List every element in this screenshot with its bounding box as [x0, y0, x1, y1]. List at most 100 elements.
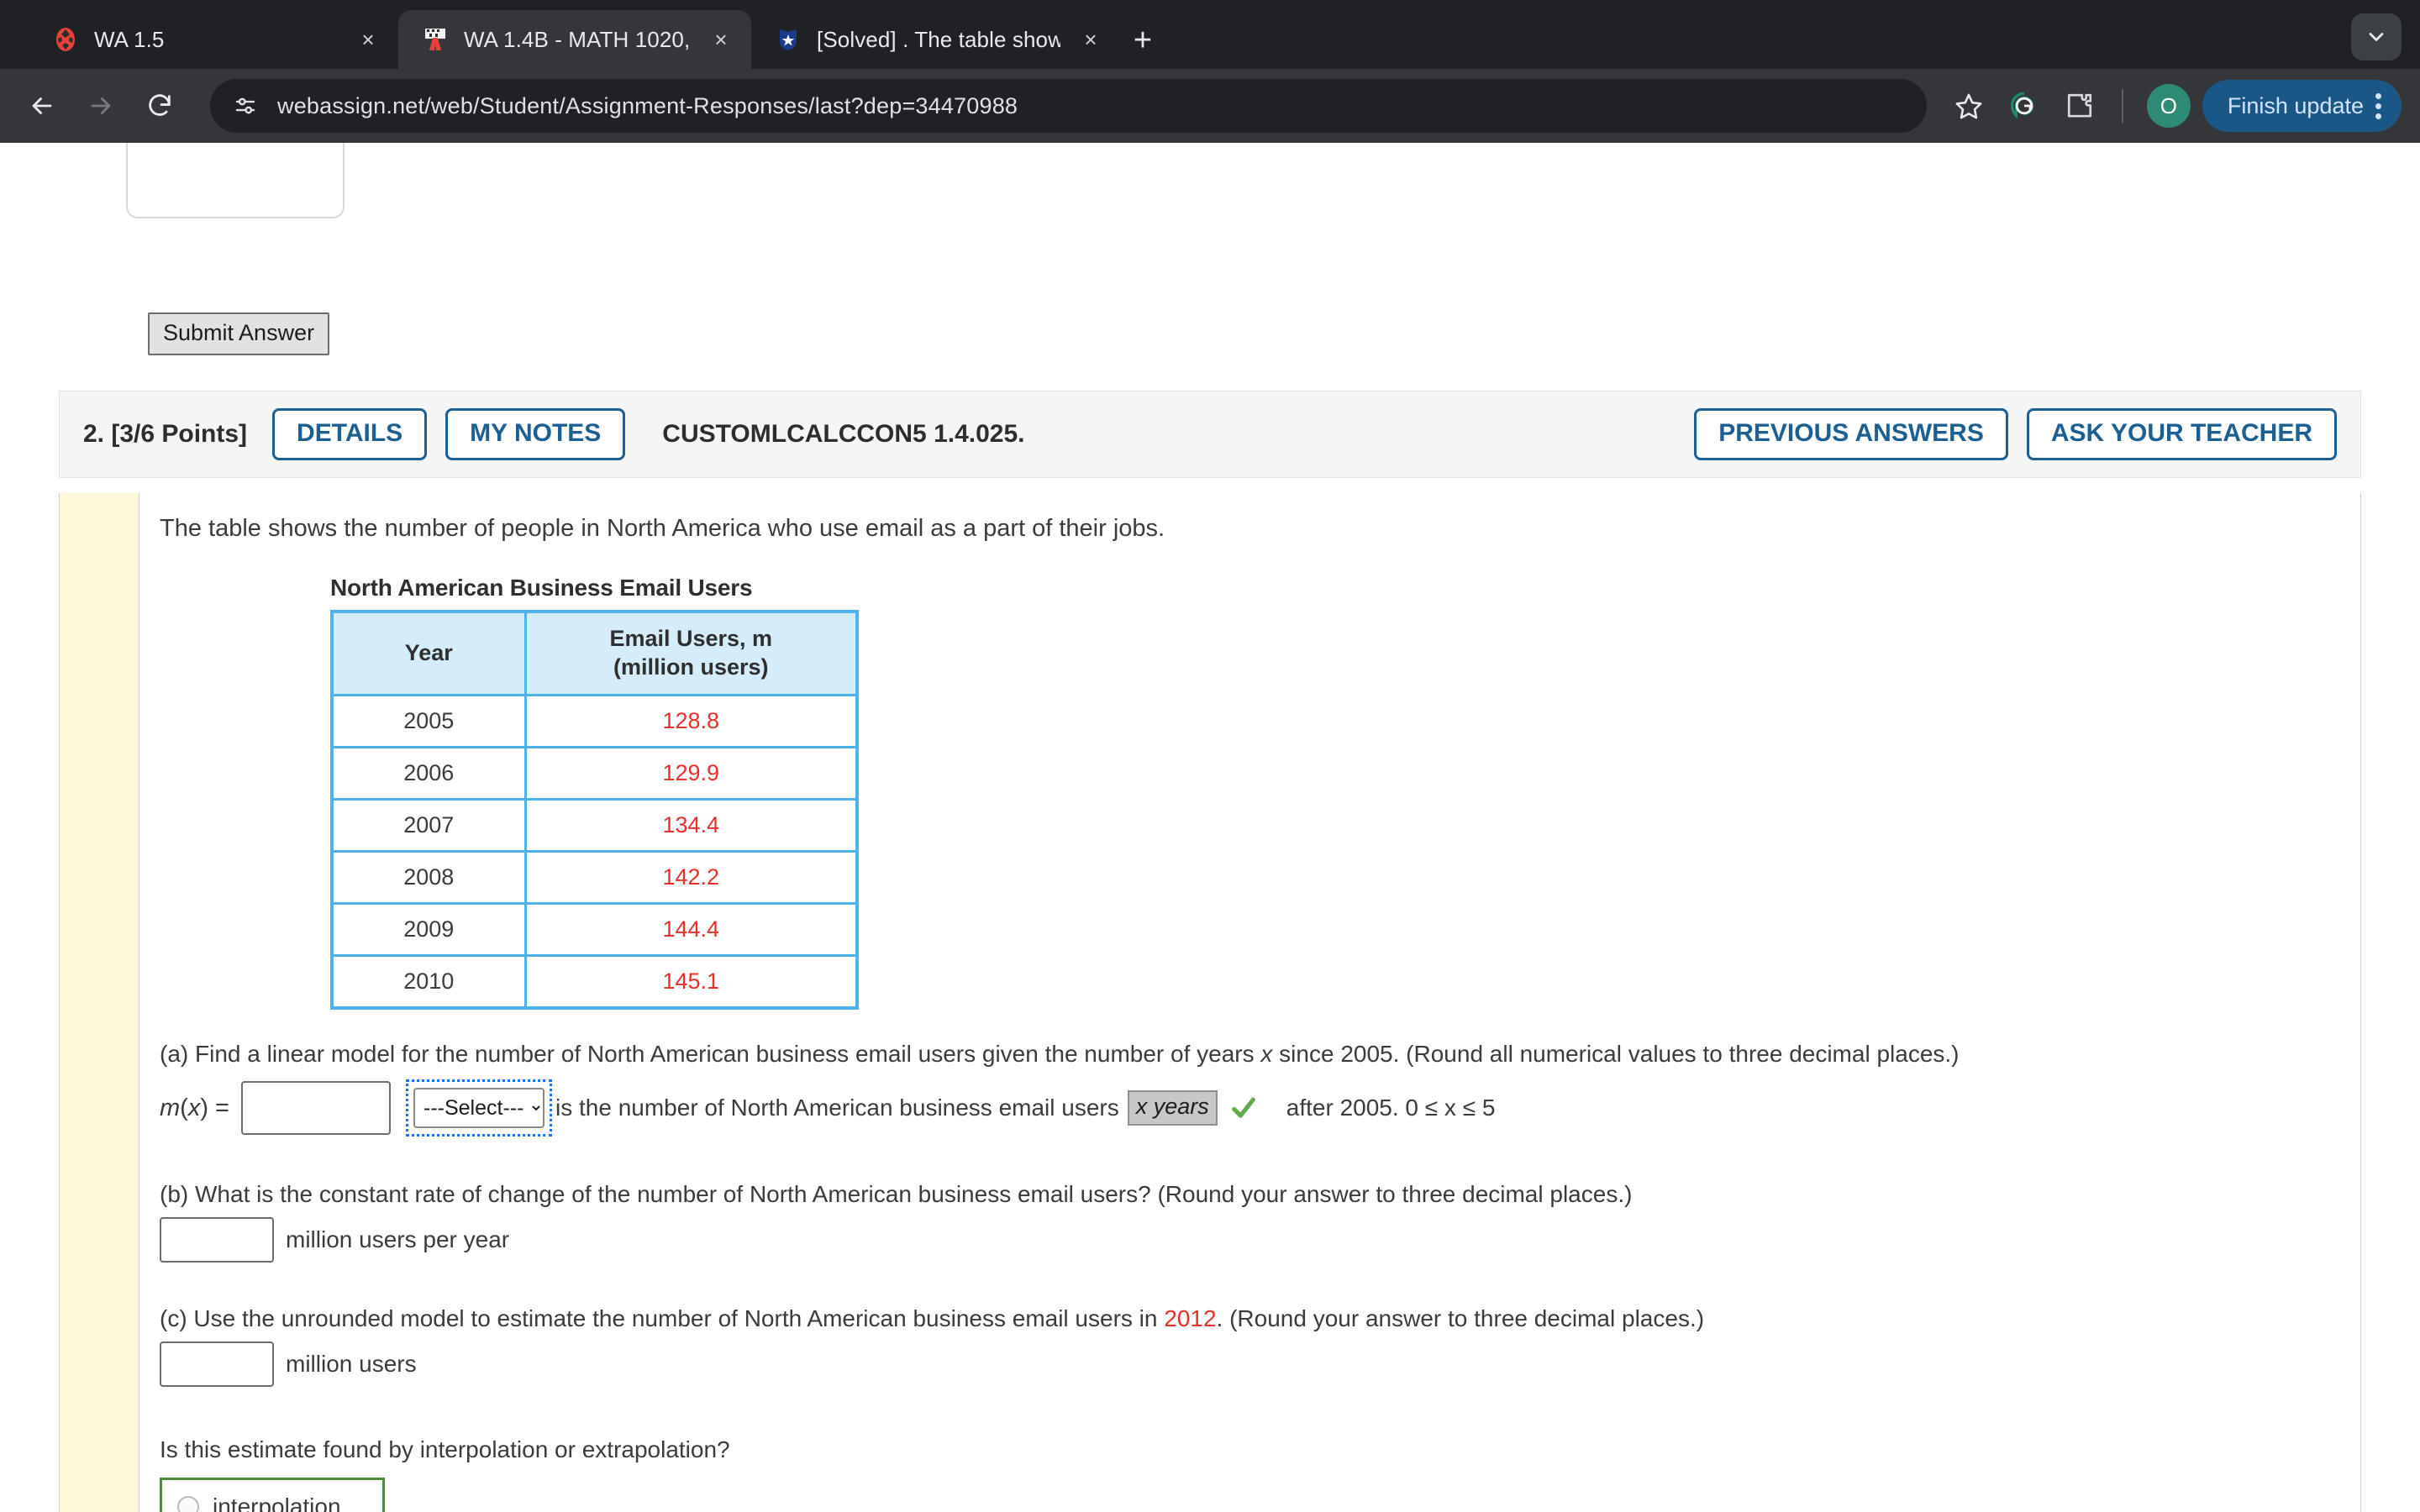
- browser-chrome: WA 1.5 × WA 1.4B - MATH 1020, sectio ×: [0, 0, 2420, 143]
- chegg-star-icon: [775, 26, 802, 53]
- part-c-prompt: (c) Use the unrounded model to estimate …: [160, 1303, 2361, 1335]
- part-c-input[interactable]: [160, 1341, 274, 1387]
- part-a-select[interactable]: ---Select---: [413, 1088, 544, 1129]
- cell-year: 2009: [330, 901, 527, 957]
- cell-year: 2010: [330, 953, 527, 1009]
- table-header-row: Year Email Users, m (million users): [330, 610, 859, 696]
- toolbar-divider: [2121, 89, 2123, 123]
- interpolation-radio-group: interpolation extrapolation: [160, 1477, 385, 1512]
- part-a-model-input[interactable]: [241, 1081, 391, 1136]
- email-users-table: Year Email Users, m (million users) 2005…: [330, 610, 859, 1010]
- previous-answers-button[interactable]: PREVIOUS ANSWERS: [1694, 408, 2008, 460]
- tab-title: WA 1.4B - MATH 1020, sectio: [464, 26, 691, 52]
- part-b-input[interactable]: [160, 1217, 274, 1263]
- part-a: (a) Find a linear model for the number o…: [160, 1038, 2361, 1137]
- tab-strip: WA 1.5 × WA 1.4B - MATH 1020, sectio ×: [0, 0, 2420, 69]
- cell-users: 134.4: [523, 797, 859, 853]
- part-c-prompt-2: . (Round your answer to three decimal pl…: [1216, 1305, 1705, 1332]
- table-body: 2005 128.8 2006 129.9 2007 134.4 2008 14…: [330, 693, 859, 1009]
- ask-your-teacher-button[interactable]: ASK YOUR TEACHER: [2026, 408, 2337, 460]
- chevron-down-icon[interactable]: [2351, 13, 2402, 60]
- question-status-strip: [59, 493, 139, 1512]
- part-c-prompt-year: 2012: [1164, 1305, 1217, 1332]
- part-b: (b) What is the constant rate of change …: [160, 1179, 2361, 1263]
- cell-year: 2007: [330, 797, 527, 853]
- radio-option-interpolation[interactable]: interpolation: [162, 1494, 382, 1512]
- browser-menu-kebab-icon[interactable]: [2375, 92, 2385, 119]
- email-users-table-wrapper: North American Business Email Users Year…: [330, 575, 2361, 1010]
- part-a-answer-row: m(x) = ---Select--- is the number of Nor…: [160, 1079, 2361, 1137]
- details-button[interactable]: DETAILS: [272, 408, 428, 460]
- question-code: CUSTOMLCALCCON5 1.4.025.: [662, 420, 1025, 448]
- previous-question-panel: [126, 143, 345, 218]
- browser-tab-1[interactable]: WA 1.5 ×: [29, 10, 398, 69]
- part-a-prompt-1: (a) Find a linear model for the number o…: [160, 1040, 1261, 1067]
- part-a-select-focus-ring: ---Select---: [406, 1079, 552, 1137]
- table-header-users-line1: Email Users, m: [609, 626, 773, 651]
- table-row: 2007 134.4: [330, 797, 859, 853]
- tab-close-icon[interactable]: ×: [706, 24, 736, 55]
- table-row: 2008 142.2: [330, 849, 859, 905]
- green-check-icon: [1229, 1094, 1258, 1122]
- part-c-answer-row: million users: [160, 1341, 2361, 1387]
- cell-users: 142.2: [523, 849, 859, 905]
- finish-update-button[interactable]: Finish update: [2202, 80, 2402, 132]
- forward-arrow-icon[interactable]: [74, 79, 128, 133]
- part-a-m-label: m(x) =: [160, 1094, 229, 1121]
- tabstrip-right-controls: [2351, 13, 2402, 60]
- table-header-year: Year: [330, 610, 527, 696]
- part-a-previous-answer-chip: x years: [1127, 1090, 1218, 1126]
- part-a-prompt: (a) Find a linear model for the number o…: [160, 1038, 2361, 1070]
- webassign-icon: [422, 26, 449, 53]
- part-b-unit-label: million users per year: [286, 1226, 510, 1253]
- table-caption: North American Business Email Users: [330, 575, 753, 601]
- cell-year: 2005: [330, 693, 527, 748]
- part-a-tail-text: after 2005. 0 ≤ x ≤ 5: [1286, 1095, 1496, 1121]
- site-settings-icon[interactable]: [222, 82, 269, 129]
- my-notes-button[interactable]: MY NOTES: [445, 408, 626, 460]
- cell-year: 2006: [330, 745, 527, 801]
- back-arrow-icon[interactable]: [15, 79, 69, 133]
- table-row: 2005 128.8: [330, 693, 859, 748]
- interpolation-prompt: Is this estimate found by interpolation …: [160, 1436, 730, 1462]
- browser-tab-3[interactable]: [Solved] . The table shows ×: [751, 10, 1121, 69]
- browser-tab-2-active[interactable]: WA 1.4B - MATH 1020, sectio ×: [398, 10, 751, 69]
- question-header-actions: PREVIOUS ANSWERS ASK YOUR TEACHER: [1694, 408, 2337, 460]
- part-b-answer-row: million users per year: [160, 1217, 2361, 1263]
- table-header-users: Email Users, m (million users): [523, 610, 859, 696]
- cell-users: 128.8: [523, 693, 859, 748]
- extensions-puzzle-icon[interactable]: [2054, 81, 2105, 131]
- part-a-prompt-2: since 2005. (Round all numerical values …: [1272, 1040, 1960, 1067]
- tab-close-icon[interactable]: ×: [1076, 24, 1106, 55]
- interpolation-question: Is this estimate found by interpolation …: [160, 1434, 2361, 1512]
- webassign-icon: [52, 26, 79, 53]
- part-c-prompt-1: (c) Use the unrounded model to estimate …: [160, 1305, 1165, 1332]
- table-row: 2009 144.4: [330, 901, 859, 957]
- address-bar[interactable]: webassign.net/web/Student/Assignment-Res…: [210, 79, 1927, 133]
- part-c: (c) Use the unrounded model to estimate …: [160, 1303, 2361, 1387]
- tab-close-icon[interactable]: ×: [353, 24, 383, 55]
- radio-label-interpolation: interpolation: [213, 1493, 341, 1512]
- tab-title: WA 1.5: [94, 26, 165, 52]
- part-b-prompt: (b) What is the constant rate of change …: [160, 1181, 1633, 1208]
- table-row: 2010 145.1: [330, 953, 859, 1009]
- part-a-prompt-var: x: [1260, 1040, 1273, 1067]
- new-tab-button[interactable]: +: [1121, 18, 1165, 62]
- cell-users: 129.9: [523, 745, 859, 801]
- browser-toolbar: webassign.net/web/Student/Assignment-Res…: [0, 69, 2420, 143]
- cell-users: 144.4: [523, 901, 859, 957]
- question-header-bar: 2. [3/6 Points] DETAILS MY NOTES CUSTOML…: [59, 391, 2361, 478]
- webassign-page: Submit Answer 2. [3/6 Points] DETAILS MY…: [0, 143, 2420, 1512]
- reload-icon[interactable]: [133, 79, 187, 133]
- cell-users: 145.1: [523, 953, 859, 1009]
- profile-avatar[interactable]: O: [2146, 84, 2191, 128]
- part-a-mid-text: is the number of North American business…: [555, 1095, 1119, 1121]
- submit-answer-button[interactable]: Submit Answer: [148, 312, 330, 355]
- grammarly-extension-icon[interactable]: [1999, 81, 2049, 131]
- question-number-points: 2. [3/6 Points]: [83, 420, 248, 448]
- cell-year: 2008: [330, 849, 527, 905]
- bookmark-star-icon[interactable]: [1944, 81, 1994, 131]
- radio-button-unselected[interactable]: [177, 1495, 199, 1512]
- question-intro-text: The table shows the number of people in …: [160, 515, 1165, 542]
- address-bar-url: webassign.net/web/Student/Assignment-Res…: [277, 92, 1018, 118]
